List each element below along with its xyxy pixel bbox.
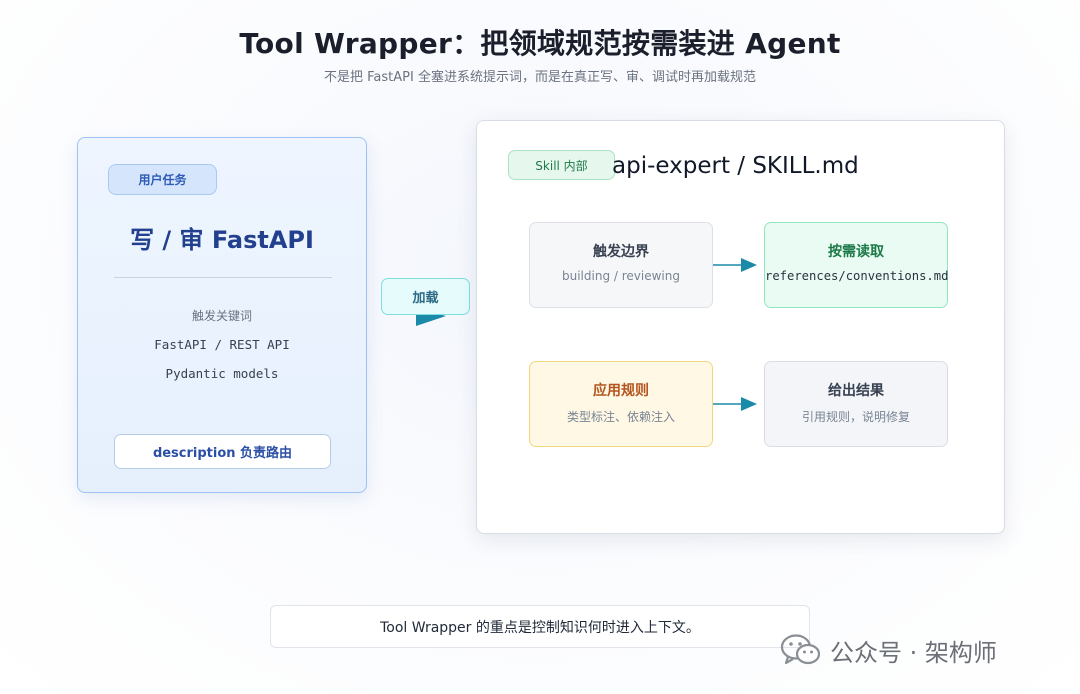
skill-internal-badge: Skill 内部: [508, 150, 615, 180]
description-routing-box: description 负责路由: [114, 434, 331, 469]
step-heading: 按需读取: [828, 244, 884, 260]
arrow-right-icon: [713, 258, 757, 272]
user-task-badge: 用户任务: [108, 164, 217, 195]
diagram-canvas: Tool Wrapper：把领域规范按需装进 Agent 不是把 FastAPI…: [0, 0, 1080, 694]
trigger-keywords-label: 触发关键词: [191, 309, 252, 323]
step-detail: building / reviewing: [562, 269, 680, 283]
card-divider: [114, 277, 332, 278]
step-heading: 给出结果: [828, 383, 884, 399]
skill-file-title: api-expert / SKILL.md: [612, 153, 859, 179]
arrow-right-icon: [713, 397, 757, 411]
step-detail: 类型标注、依赖注入: [566, 410, 675, 424]
step-read-on-demand: 按需读取 references/conventions.md: [764, 222, 948, 308]
load-connector-label: 加载: [381, 278, 470, 315]
step-apply-rules: 应用规则 类型标注、依赖注入: [529, 361, 713, 447]
step-heading: 触发边界: [593, 244, 649, 260]
watermark-text: 公众号 · 架构师: [830, 638, 997, 667]
page-title: Tool Wrapper：把领域规范按需装进 Agent: [239, 27, 841, 60]
step-detail: references/conventions.md: [765, 269, 949, 283]
page-subtitle: 不是把 FastAPI 全塞进系统提示词，而是在真正写、审、调试时再加载规范: [324, 70, 756, 85]
step-give-result: 给出结果 引用规则，说明修复: [764, 361, 948, 447]
step-trigger-boundary: 触发边界 building / reviewing: [529, 222, 713, 308]
user-task-card: 用户任务 写 / 审 FastAPI 触发关键词 FastAPI / REST …: [77, 137, 367, 493]
wechat-icon: [780, 634, 821, 665]
footer-note: Tool Wrapper 的重点是控制知识何时进入上下文。: [270, 605, 810, 648]
step-heading: 应用规则: [593, 383, 649, 399]
watermark: 公众号 · 架构师: [780, 628, 997, 672]
user-task-title: 写 / 审 FastAPI: [130, 226, 314, 254]
trigger-keyword: FastAPI / REST API: [154, 337, 290, 352]
trigger-keyword: Pydantic models: [165, 366, 279, 381]
step-detail: 引用规则，说明修复: [801, 410, 910, 424]
skill-card: Skill 内部 api-expert / SKILL.md 触发边界 buil…: [476, 120, 1005, 534]
